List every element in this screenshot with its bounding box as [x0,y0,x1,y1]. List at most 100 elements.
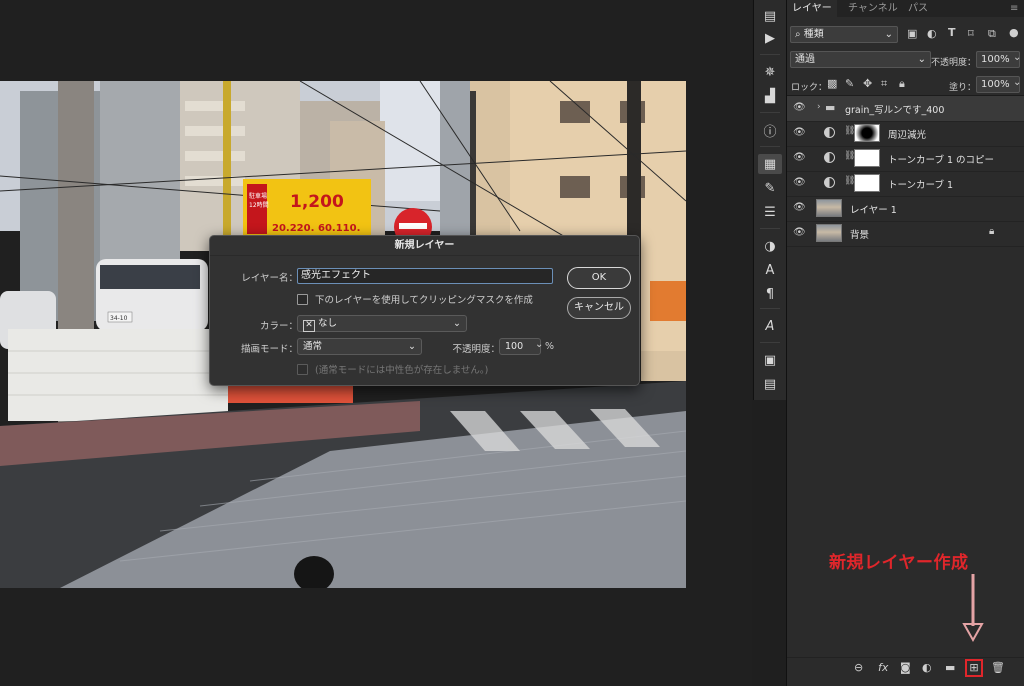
history-icon[interactable]: ▤ [758,6,782,26]
notes-icon[interactable]: ▤ [758,374,782,394]
tab-channels[interactable]: チャンネル [843,0,903,17]
tab-layers[interactable]: レイヤー [787,0,837,17]
mask-thumbnail [854,174,880,192]
fill-chevron-icon[interactable]: ⌄ [1013,77,1021,88]
layer-row-curves[interactable]: 👁︎ ⛓︎ トーンカーブ 1 [787,171,1024,197]
layer-name: 背景 [850,230,870,241]
opacity-label: 不透明度： [452,344,500,355]
search-icon: ⌕ [795,29,801,40]
layer-row-curves-copy[interactable]: 👁︎ ⛓︎ トーンカーブ 1 のコピー [787,146,1024,172]
new-adjustment-icon[interactable]: ◐ [922,661,932,674]
paragraph-icon[interactable]: ¶ [758,284,782,304]
neutral-color-checkbox[interactable] [297,364,308,375]
brush-icon[interactable]: ✎ [758,178,782,198]
layer-name: トーンカーブ 1 [888,180,954,191]
color-value: なし [318,318,338,329]
layer-name: 周辺減光 [888,130,927,141]
layers-bottom-bar: ⊖ fx ◙ ◐ ▬ ⊞ 🗑︎ [787,657,1024,680]
layer-row-vignette[interactable]: 👁︎ ⛓︎ 周辺減光 [787,121,1024,147]
panel-tabs: レイヤー チャンネル パス ≡ [787,0,1024,17]
info-icon[interactable]: ⓘ [758,120,782,140]
layer-row-layer1[interactable]: 👁︎ レイヤー 1 [787,196,1024,222]
adjustment-filter-icon[interactable]: ◐ [927,27,937,40]
blend-mode-select[interactable]: 通常 ⌄ [297,338,422,355]
visibility-eye-icon[interactable]: 👁︎ [793,102,806,113]
glyphs-icon[interactable]: A [758,316,782,336]
add-mask-icon[interactable]: ◙ [900,661,911,674]
layer-thumbnail [816,224,842,242]
layers-panel: レイヤー チャンネル パス ≡ ⌕ 種類 ⌄ ▣ ◐ T ⌑ ⧉ ● 通過 ⌄ … [786,0,1024,686]
mask-thumbnail [854,149,880,167]
blend-mode-select[interactable]: 通過 ⌄ [790,51,931,68]
blend-mode-label: 描画モード： [240,344,298,355]
opacity-chevron-icon[interactable]: ⌄ [535,339,543,350]
layer-name: grain_写ルンです_400 [845,105,945,116]
clipping-mask-checkbox[interactable] [297,294,308,305]
histogram-icon[interactable]: ▟ [758,86,782,106]
pixel-filter-icon[interactable]: ▣ [907,27,917,40]
blend-mode-value: 通過 [795,54,815,65]
adjustments-sliders-icon[interactable]: ☰ [758,202,782,222]
layer-name: レイヤー 1 [850,205,897,216]
visibility-eye-icon[interactable]: 👁︎ [793,152,806,163]
lock-all-icon[interactable]: 🔒︎ [899,77,905,91]
visibility-eye-icon[interactable]: 👁︎ [793,177,806,188]
lock-position-icon[interactable]: ✥ [863,77,872,90]
annotation-label: 新規レイヤー作成 [829,553,969,573]
trash-icon[interactable]: 🗑︎ [991,661,1005,674]
type-filter-icon[interactable]: T [948,26,956,39]
new-layer-button[interactable]: ⊞ [965,659,983,677]
filter-toggle-icon[interactable]: ● [1009,26,1019,39]
folder-icon: ▬ [825,101,836,114]
mask-thumbnail [854,124,880,142]
chevron-right-icon[interactable]: › [817,102,821,112]
opacity-value: 100 [505,341,524,352]
visibility-eye-icon[interactable]: 👁︎ [793,227,806,238]
chevron-down-icon: ⌄ [917,54,926,65]
layer-thumbnail [816,199,842,217]
color-select[interactable]: ✕ なし ⌄ [297,315,467,332]
layers-panel-icon[interactable]: ▦ [758,154,782,174]
character-icon[interactable]: A [758,260,782,280]
visibility-eye-icon[interactable]: 👁︎ [793,202,806,213]
adjustment-icon [824,177,835,188]
layer-filter-select[interactable]: ⌕ 種類 ⌄ [790,26,898,43]
layer-row-background[interactable]: 👁︎ 背景 🔒︎ [787,221,1024,247]
visibility-eye-icon[interactable]: 👁︎ [793,127,806,138]
layer-row-group[interactable]: 👁︎ › ▬ grain_写ルンです_400 [787,96,1024,122]
lock-pixels-icon[interactable]: ✎ [845,77,854,90]
cancel-button[interactable]: キャンセル [567,297,631,319]
opacity-chevron-icon[interactable]: ⌄ [1013,52,1021,63]
color-icon[interactable]: ◑ [758,236,782,256]
lock-icon: 🔒︎ [989,226,995,237]
fill-value: 100% [981,79,1010,90]
chevron-down-icon: ⌄ [408,341,416,352]
opacity-value: 100% [981,54,1010,65]
adjustment-icon [824,152,835,163]
properties-icon[interactable]: ▣ [758,350,782,370]
clipping-mask-label: 下のレイヤーを使用してクリッピングマスクを作成 [315,295,533,306]
sign-line1: 駐車場 [249,192,267,200]
ok-button[interactable]: OK [567,267,631,289]
chevron-down-icon: ⌄ [884,29,893,40]
panel-menu-icon[interactable]: ≡ [1005,0,1023,17]
sign-price-small-2: 60.110. [318,223,360,234]
smart-object-filter-icon[interactable]: ⧉ [988,27,996,41]
fx-icon[interactable]: fx [878,661,888,674]
layer-name-label: レイヤー名： [241,273,298,284]
sign-price: 1,200 [290,192,344,212]
play-icon[interactable]: ▶ [758,28,782,48]
lock-artboard-icon[interactable]: ⌗ [881,77,887,91]
link-layers-icon[interactable]: ⊖ [854,661,863,674]
shape-filter-icon[interactable]: ⌑ [968,27,974,40]
new-group-icon[interactable]: ▬ [945,661,955,674]
opacity-unit: % [545,341,555,352]
brightness-icon[interactable]: ✵ [758,62,782,82]
fill-label: 塗り： [949,83,977,93]
sign-line2: 12時間 [249,201,269,209]
sign-price-small-1: 20.220. [272,223,314,234]
tab-paths[interactable]: パス [903,0,933,17]
lock-transparency-icon[interactable]: ▩ [827,77,837,90]
color-label: カラー： [259,321,298,332]
layer-name-input[interactable]: 感光エフェクト [297,268,553,284]
